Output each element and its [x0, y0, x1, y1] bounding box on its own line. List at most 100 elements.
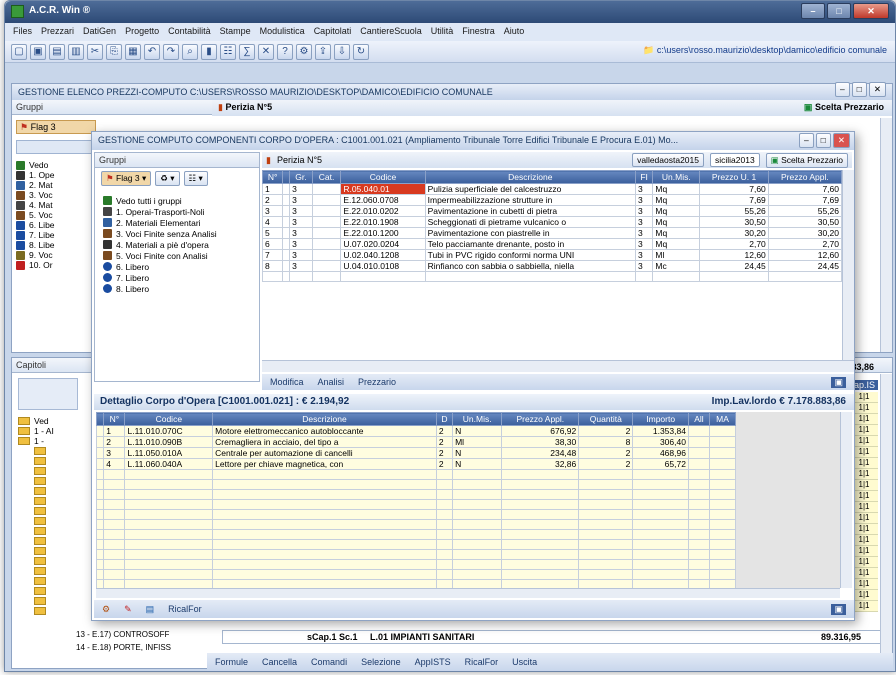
row-marker[interactable] [96, 447, 105, 459]
fg-tree-item[interactable]: 8. Libero [103, 283, 253, 294]
dettaglio-row[interactable]: 3 L.11.050.010A Centrale per automazione d… [96, 447, 736, 459]
maximize-icon[interactable]: □ [827, 3, 851, 19]
bg-left-item[interactable]: Vedo [16, 160, 96, 170]
voci-row[interactable]: 5 3 E.22.010.1200 Pavimentazione con piastr… [262, 227, 842, 239]
fg-flag-button[interactable]: ⚑ Flag 3 ▾ [101, 171, 152, 186]
cap-item-13[interactable]: 13 - E.17) CONTROSOFF [76, 630, 216, 642]
import-icon[interactable]: ⇩ [334, 44, 350, 60]
row-marker[interactable] [96, 458, 105, 470]
voci-col-header[interactable]: Prezzo Appl. [767, 170, 842, 184]
menu-finestra[interactable]: Finestra [462, 26, 495, 38]
tab-valledaosta[interactable]: valledaosta2015 [632, 153, 704, 167]
table-icon[interactable]: ☷ [220, 44, 236, 60]
export-icon[interactable]: ⇪ [315, 44, 331, 60]
cmd-formule[interactable]: Formule [215, 657, 248, 667]
cmd-selezione[interactable]: Selezione [361, 657, 401, 667]
row-check[interactable] [282, 205, 291, 217]
capitolo-node[interactable]: Ved [18, 416, 88, 426]
dettaglio-col-header[interactable] [96, 412, 105, 426]
bg-left-item[interactable]: 7. Libe [16, 230, 96, 240]
voci-col-header[interactable]: Cat. [311, 170, 342, 184]
voci-row[interactable]: 8 3 U.04.010.0108 Rinfianco con sabbia o sa… [262, 260, 842, 272]
btn-analisi[interactable]: Analisi [318, 377, 345, 387]
capitolo-node[interactable]: 1 - [18, 436, 88, 446]
cmd-appists[interactable]: AppISTS [415, 657, 451, 667]
bg-left-item[interactable]: 6. Libe [16, 220, 96, 230]
fg-tree-item[interactable]: 7. Libero [103, 272, 253, 283]
bg-close-icon[interactable]: ✕ [868, 82, 886, 97]
filter-icon[interactable]: ♻ ▾ [155, 171, 180, 186]
menu-stampe[interactable]: Stampe [220, 26, 251, 38]
bg-left-item[interactable]: 3. Voc [16, 190, 96, 200]
fg-tree-item[interactable]: Vedo tutti i gruppi [103, 195, 253, 206]
voci-scrollbar[interactable] [842, 170, 854, 360]
voci-col-header[interactable]: N° [262, 170, 284, 184]
voci-col-header[interactable]: Prezzo U. 1 [699, 170, 769, 184]
fg-tree-item[interactable]: 4. Materiali a piè d'opera [103, 239, 253, 250]
bg-min-icon[interactable]: – [835, 82, 850, 97]
capitolo-subnode[interactable] [34, 476, 88, 486]
dettaglio-col-header[interactable]: D [435, 412, 454, 426]
cmd-comandi[interactable]: Comandi [311, 657, 347, 667]
capitolo-subnode[interactable] [34, 586, 88, 596]
menu-capitolati[interactable]: Capitolati [314, 26, 352, 38]
menu-datigen[interactable]: DatiGen [83, 26, 116, 38]
dettaglio-col-header[interactable]: Quantità [578, 412, 634, 426]
row-check[interactable] [282, 260, 291, 272]
sanitari-row[interactable]: sCap.1 Sc.1 L.01 IMPIANTI SANITARI 89.31… [222, 630, 882, 644]
bg-max-icon[interactable]: □ [851, 82, 867, 97]
voci-row[interactable]: 3 3 E.22.010.0202 Pavimentazione in cubetti… [262, 205, 842, 217]
ricalfor-button[interactable]: RicalFor [168, 604, 202, 614]
bg-left-item[interactable]: 9. Voc [16, 250, 96, 260]
menu-prezzari[interactable]: Prezzari [41, 26, 74, 38]
row-marker[interactable] [96, 425, 105, 437]
save-icon[interactable]: ▤ [49, 44, 65, 60]
capitolo-subnode[interactable] [34, 486, 88, 496]
row-check[interactable] [282, 238, 291, 250]
menu-files[interactable]: Files [13, 26, 32, 38]
group-tools-icon[interactable]: ☷ ▾ [183, 171, 208, 186]
capitolo-subnode[interactable] [34, 526, 88, 536]
row-check[interactable] [282, 249, 291, 261]
dettaglio-row[interactable]: 2 L.11.010.090B Cremagliera in acciaio, de… [96, 436, 736, 448]
voci-row[interactable]: 1 3 R.05.040.01 Pulizia superficiale del ca… [262, 183, 842, 195]
doc-icon[interactable]: ▤ [146, 604, 155, 615]
btn-prezzario[interactable]: Prezzario [358, 377, 396, 387]
dettaglio-col-header[interactable]: Descrizione [212, 412, 437, 426]
dettaglio-col-header[interactable]: Prezzo Appl. [501, 412, 580, 426]
paste-icon[interactable]: ▦ [125, 44, 141, 60]
open-icon[interactable]: ▣ [30, 44, 46, 60]
capitolo-subnode[interactable] [34, 606, 88, 616]
voci-row[interactable]: 4 3 E.22.010.1908 Scheggionati di pietrame … [262, 216, 842, 228]
voci-col-header[interactable]: FI [634, 170, 654, 184]
dettaglio-col-header[interactable]: All [687, 412, 711, 426]
fg-scelta-prezzario[interactable]: ▣ Scelta Prezzario [765, 152, 848, 168]
capitolo-subnode[interactable] [34, 556, 88, 566]
settings-icon[interactable]: ⚙ [296, 44, 312, 60]
dettaglio-col-header[interactable]: Codice [124, 412, 214, 426]
menu-contabilità[interactable]: Contabilità [168, 26, 211, 38]
cut-icon[interactable]: ✂ [87, 44, 103, 60]
expand-icon[interactable]: ▣ [831, 376, 846, 388]
fg-tree-item[interactable]: 3. Voci Finite senza Analisi [103, 228, 253, 239]
bg-left-item[interactable]: 1. Ope [16, 170, 96, 180]
fg-tree-item[interactable]: 6. Libero [103, 261, 253, 272]
capitolo-subnode[interactable] [34, 536, 88, 546]
voci-col-header[interactable]: Descrizione [424, 170, 636, 184]
voci-row[interactable]: 2 3 E.12.060.0708 Impermeabilizzazione stru… [262, 194, 842, 206]
menu-utilità[interactable]: Utilità [431, 26, 454, 38]
new-icon[interactable]: ▢ [11, 44, 27, 60]
fg-tree-item[interactable]: 1. Operai-Trasporti-Noli [103, 206, 253, 217]
voci-row[interactable]: 6 3 U.07.020.0204 Telo pacciamante drenante… [262, 238, 842, 250]
voci-col-header[interactable] [282, 170, 291, 184]
bg-group-toolbar[interactable] [16, 140, 96, 154]
menu-modulistica[interactable]: Modulistica [260, 26, 305, 38]
chart-icon[interactable]: ▮ [201, 44, 217, 60]
voci-row[interactable]: 7 3 U.02.040.1208 Tubi in PVC rigido confor… [262, 249, 842, 261]
cmd-uscita[interactable]: Uscita [512, 657, 537, 667]
tab-sicilia[interactable]: sicilia2013 [710, 153, 760, 167]
cmd-cancella[interactable]: Cancella [262, 657, 297, 667]
find-icon[interactable]: ⌕ [182, 44, 198, 60]
bg-left-item[interactable]: 2. Mat [16, 180, 96, 190]
dettaglio-row[interactable]: 4 L.11.060.040A Lettore per chiave magneti… [96, 458, 736, 470]
